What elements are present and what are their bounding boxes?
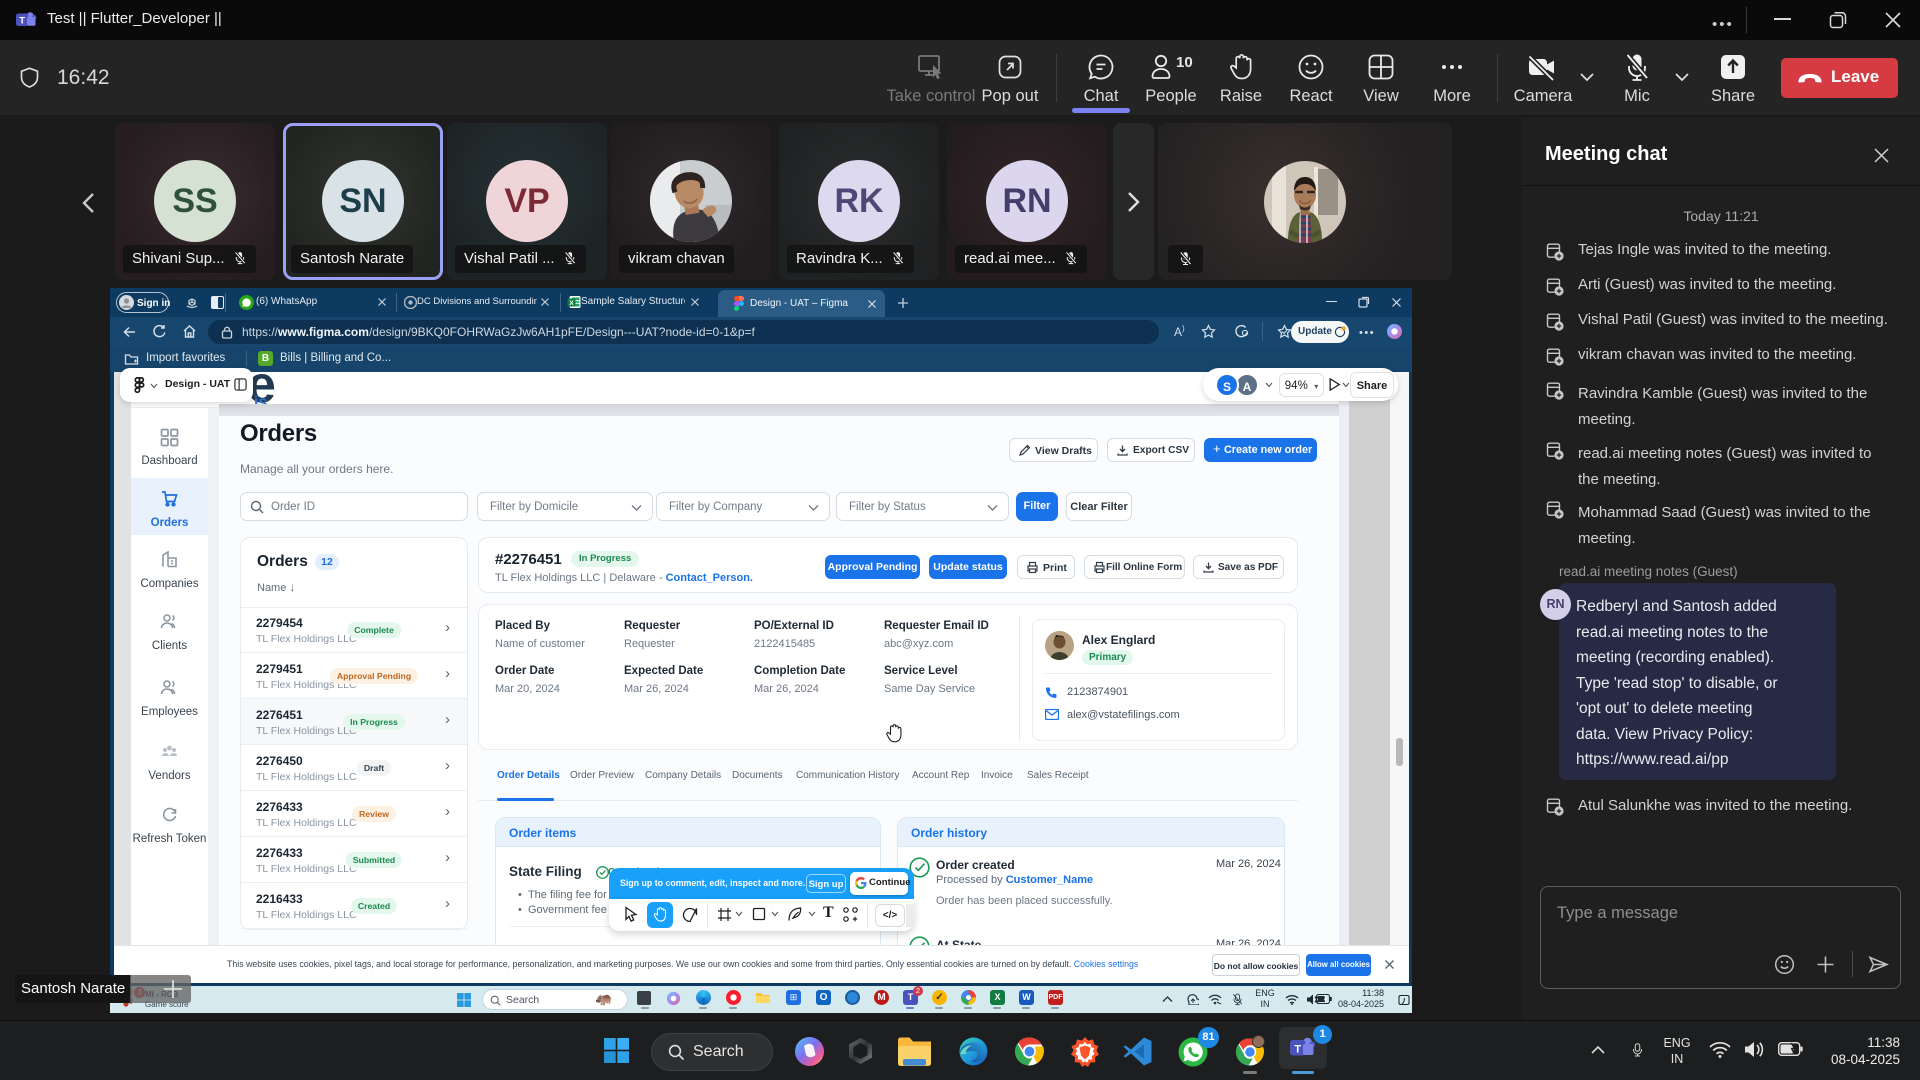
svg-text:X: X (569, 300, 574, 307)
svg-text:10: 10 (1176, 54, 1193, 71)
svg-text:T: T (1294, 1044, 1301, 1056)
svg-text:T: T (19, 16, 25, 27)
